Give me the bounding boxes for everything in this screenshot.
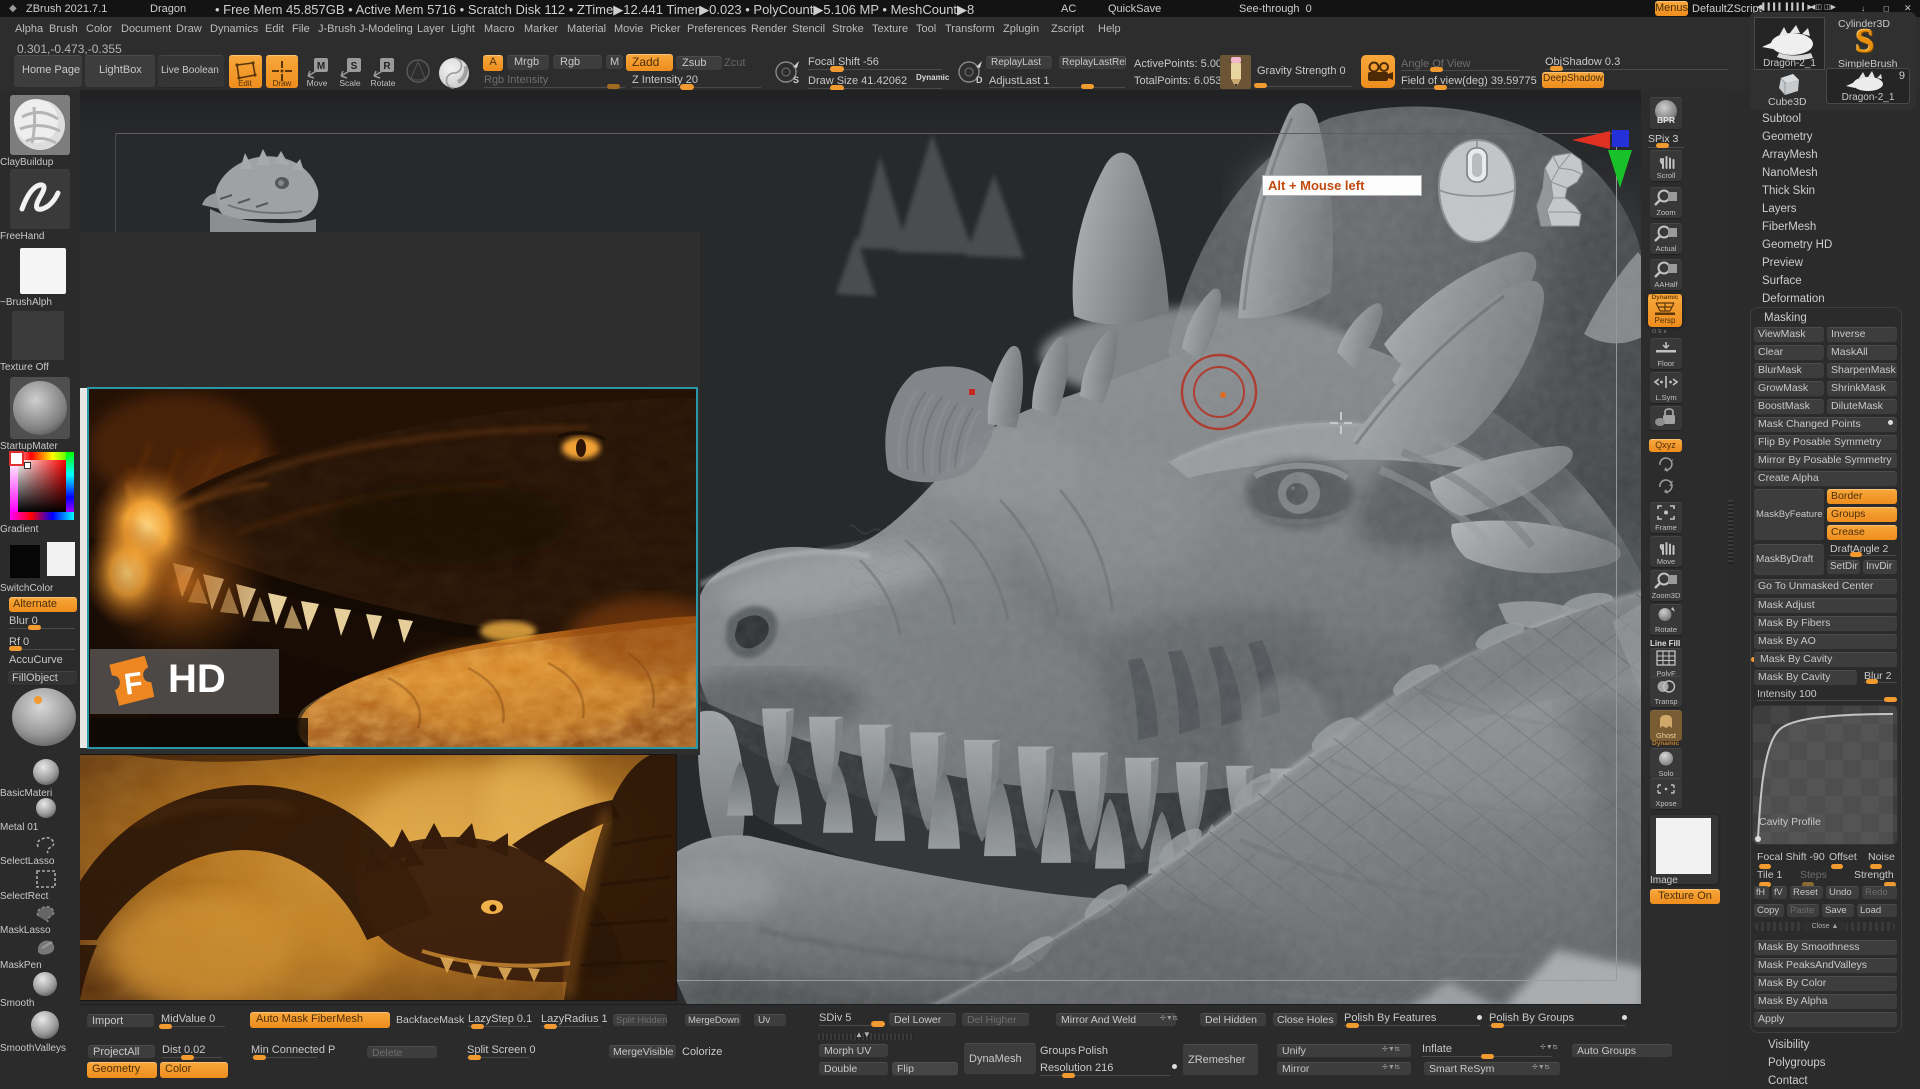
svg-text:Draw: Draw: [273, 79, 292, 87]
svg-text:Move: Move: [307, 78, 328, 88]
svg-text:Scale: Scale: [339, 78, 361, 88]
svg-text:S: S: [351, 61, 358, 72]
svg-text:S: S: [793, 75, 799, 85]
svg-text:Y: Y: [1669, 459, 1674, 466]
svg-text:Rotate: Rotate: [370, 78, 395, 88]
svg-text:D: D: [976, 75, 983, 85]
svg-text:Z: Z: [1669, 481, 1674, 488]
svg-text:R: R: [383, 61, 391, 72]
svg-text:Edit: Edit: [238, 79, 253, 88]
